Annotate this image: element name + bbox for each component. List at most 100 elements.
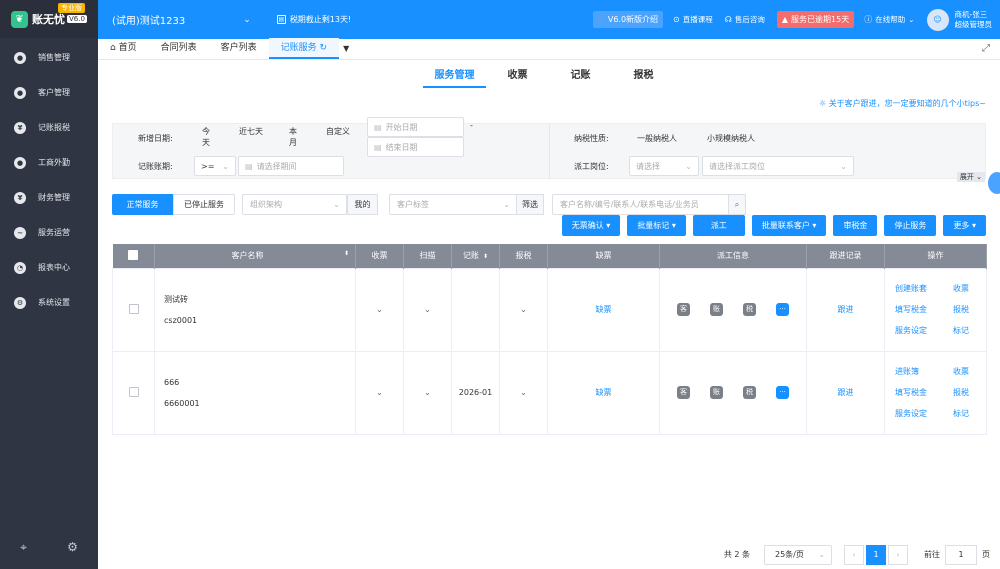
tab-contracts[interactable]: 合同列表	[149, 38, 209, 59]
goto-page-input[interactable]: 1	[945, 544, 977, 565]
period-operator-select[interactable]: >= ⌄	[194, 156, 236, 176]
review-tax-button[interactable]: 审税金	[833, 215, 878, 236]
row-action-link[interactable]: 填写税金	[895, 304, 953, 315]
missing-ticket-link[interactable]: 缺票	[596, 388, 612, 397]
dispatch-tag[interactable]: 客	[677, 303, 690, 316]
chevron-down-icon[interactable]: ⌄	[376, 305, 383, 314]
taxpayer-small[interactable]: 小规模纳税人	[707, 133, 755, 144]
sort-icon[interactable]: ⬍	[483, 253, 488, 260]
search-icon[interactable]: ⌕	[728, 194, 746, 215]
dispatch-select[interactable]: 请选择 ⌄	[629, 156, 699, 176]
chevron-down-icon[interactable]: ⌄	[520, 305, 527, 314]
subtab-bookkeeping[interactable]: 记账	[549, 66, 612, 88]
more-button[interactable]: 更多 ▾	[943, 215, 986, 236]
date-option-custom[interactable]: 自定义	[326, 126, 350, 137]
sidebar-item-0[interactable]: ● 销售管理	[0, 40, 98, 75]
sidebar-item-3[interactable]: ● 工商外勤	[0, 145, 98, 180]
new-version-button[interactable]: ♨ V6.0新版介绍	[592, 11, 664, 28]
chevron-down-icon[interactable]: ⌄	[520, 388, 527, 397]
follow-link[interactable]: 跟进	[838, 388, 854, 397]
chevron-down-icon[interactable]: ⌄	[424, 305, 431, 314]
dispatch-tag[interactable]: 账	[710, 303, 723, 316]
row-action-link[interactable]: 收票	[953, 283, 981, 294]
row-checkbox[interactable]	[128, 386, 139, 397]
sidebar-item-6[interactable]: ◔ 报表中心	[0, 250, 98, 285]
tag-select[interactable]: 客户标签 ⌄	[389, 194, 517, 215]
live-course-link[interactable]: ⊙ 直播课程	[673, 14, 713, 25]
row-action-link[interactable]: 填写税金	[895, 387, 953, 398]
date-option-month[interactable]: 本月	[287, 126, 299, 148]
dispatch-tag[interactable]: 客	[677, 386, 690, 399]
fullscreen-icon[interactable]: ⤢	[982, 43, 990, 54]
taxpayer-general[interactable]: 一般纳税人	[637, 133, 677, 144]
tax-cell[interactable]: ⌄	[499, 350, 548, 435]
row-action-link[interactable]: 报税	[953, 387, 981, 398]
sidebar-item-7[interactable]: ⚙ 系统设置	[0, 285, 98, 320]
refresh-icon[interactable]: ↻	[320, 43, 328, 53]
batch-contact-button[interactable]: 批量联系客户 ▾	[751, 215, 827, 236]
scan-cell[interactable]: ⌄	[403, 350, 452, 435]
col-customer-name[interactable]: 客户名称 ⬍	[154, 244, 356, 268]
dispatch-tag[interactable]: 税	[743, 386, 756, 399]
tab-bookkeeping[interactable]: 记账服务 ↻	[268, 38, 340, 59]
screen-button[interactable]: 筛选	[516, 194, 544, 215]
row-action-link[interactable]: 标记	[953, 325, 981, 336]
no-ticket-confirm-button[interactable]: 无票确认 ▾	[561, 215, 621, 236]
subtab-service[interactable]: 服务管理	[423, 66, 486, 88]
page-1-button[interactable]: 1	[866, 544, 886, 565]
search-input[interactable]: 客户名称/编号/联系人/联系电话/业务员	[552, 194, 729, 215]
pin-icon[interactable]: ⌖	[20, 540, 27, 555]
customer-name[interactable]: 666	[164, 372, 355, 393]
date-option-week[interactable]: 近七天	[239, 126, 263, 137]
dispatch-tag[interactable]: 账	[710, 386, 723, 399]
dispatch-tag[interactable]: ···	[776, 303, 789, 316]
sort-icon[interactable]: ⬍	[344, 250, 349, 257]
org-select[interactable]: 组织架构 ⌄	[242, 194, 347, 215]
batch-mark-button[interactable]: 批量标记 ▾	[627, 215, 686, 236]
sidebar-item-5[interactable]: ~ 服务运营	[0, 215, 98, 250]
gear-icon[interactable]: ⚙	[67, 540, 78, 555]
sidebar-item-1[interactable]: ● 客户管理	[0, 75, 98, 110]
page-size-select[interactable]: 25条/页 ⌄	[764, 544, 832, 565]
row-action-link[interactable]: 服务设定	[895, 408, 953, 419]
assistant-bubble-icon[interactable]	[988, 172, 1000, 194]
start-date-input[interactable]: ▤ 开始日期	[367, 117, 464, 137]
after-sales-link[interactable]: ☊ 售后咨询	[725, 14, 765, 25]
missing-ticket-link[interactable]: 缺票	[596, 305, 612, 314]
row-action-link[interactable]: 收票	[953, 366, 981, 377]
next-page-button[interactable]: ›	[888, 544, 908, 565]
scan-cell[interactable]: ⌄	[403, 267, 452, 352]
dispatch-staff-select[interactable]: 请选择派工岗位 ⌄	[702, 156, 854, 176]
subtab-tax[interactable]: 报税	[612, 66, 675, 88]
tips-link[interactable]: ☼ 关于客户跟进，您一定要知道的几个小tips~	[819, 98, 986, 109]
receipt-cell[interactable]: ⌄	[355, 350, 404, 435]
stopped-service-tab[interactable]: 已停止服务	[173, 194, 235, 215]
expired-badge[interactable]: ▲ 服务已逾期15天	[776, 11, 855, 28]
select-all-checkbox[interactable]	[128, 249, 139, 260]
customer-name[interactable]: 测试砖	[164, 289, 355, 310]
tab-customers[interactable]: 客户列表	[209, 38, 269, 59]
sidebar-item-4[interactable]: ¥ 财务管理	[0, 180, 98, 215]
avatar[interactable]: ☺	[926, 8, 949, 31]
user-info[interactable]: 商机-张三 超级管理员	[955, 10, 993, 30]
row-action-link[interactable]: 创建账套	[895, 283, 953, 294]
row-action-link[interactable]: 进账簿	[895, 366, 953, 377]
dispatch-tag[interactable]: 税	[743, 303, 756, 316]
dispatch-tag[interactable]: ···	[776, 386, 789, 399]
end-date-input[interactable]: ▤ 结束日期	[367, 137, 464, 157]
follow-link[interactable]: 跟进	[838, 305, 854, 314]
chevron-down-icon[interactable]: ⌄	[243, 15, 251, 25]
row-action-link[interactable]: 服务设定	[895, 325, 953, 336]
row-checkbox[interactable]	[128, 303, 139, 314]
col-bookkeeping[interactable]: 记账 ⬍	[451, 244, 500, 268]
normal-service-tab[interactable]: 正常服务	[112, 194, 173, 215]
stop-service-button[interactable]: 停止服务	[884, 215, 937, 236]
subtab-receipts[interactable]: 收票	[486, 66, 549, 88]
chevron-down-icon[interactable]: ⌄	[376, 388, 383, 397]
prev-page-button[interactable]: ‹	[844, 544, 864, 565]
tab-home[interactable]: ⌂ 首页	[98, 38, 149, 59]
row-action-link[interactable]: 标记	[953, 408, 981, 419]
period-input[interactable]: ▤ 请选择期间	[238, 156, 344, 176]
mine-button[interactable]: 我的	[347, 194, 378, 215]
tab-dropdown-icon[interactable]: ▼	[343, 38, 349, 59]
